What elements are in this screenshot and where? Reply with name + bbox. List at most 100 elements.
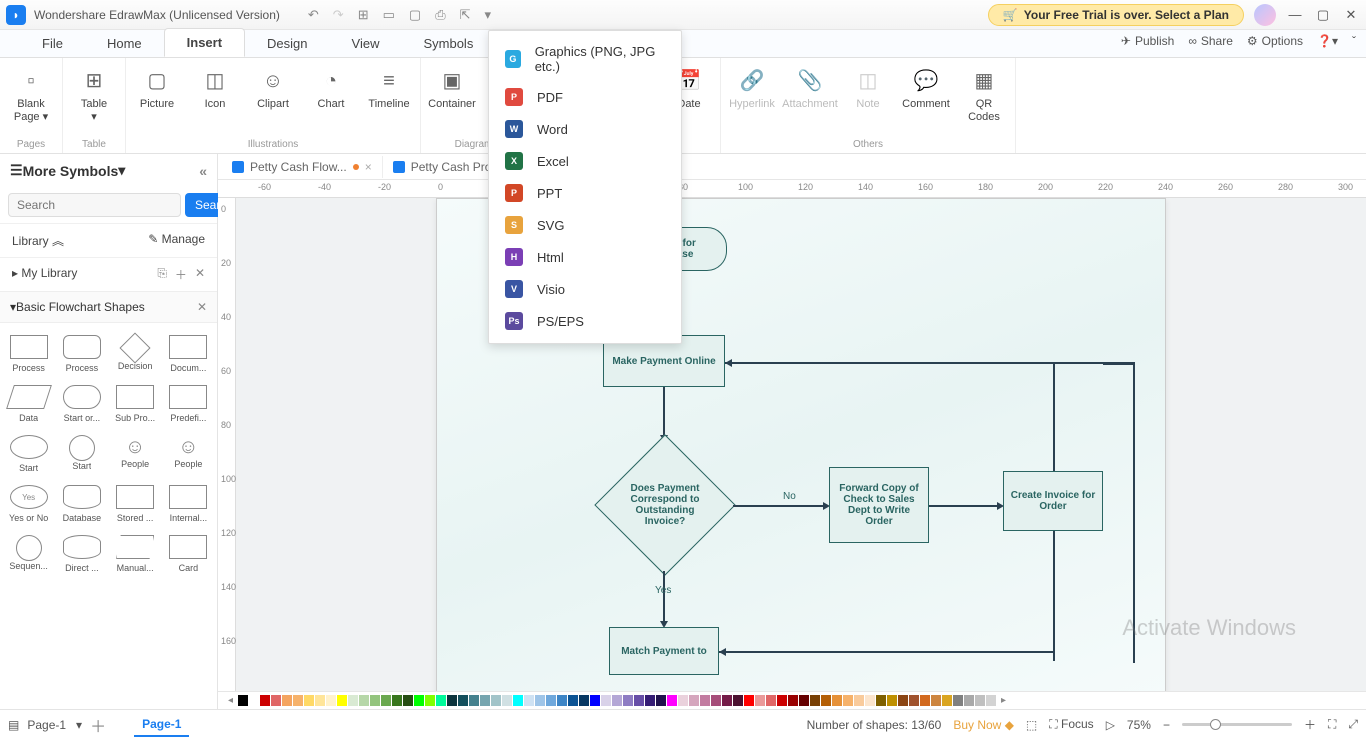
color-swatch[interactable] bbox=[513, 695, 523, 706]
color-swatch[interactable] bbox=[568, 695, 578, 706]
dropdown-item-pseps[interactable]: PsPS/EPS bbox=[489, 305, 681, 337]
shape-startor[interactable]: Start or... bbox=[55, 381, 108, 427]
publish-button[interactable]: ✈ Publish bbox=[1121, 34, 1174, 48]
zoom-out-icon[interactable]: − bbox=[1163, 718, 1170, 732]
tab-home[interactable]: Home bbox=[85, 30, 164, 57]
ribbon-comment[interactable]: 💬Comment bbox=[897, 62, 955, 137]
page-selector[interactable]: Page-1 ▾ bbox=[27, 718, 82, 732]
shape-yesorno[interactable]: YesYes or No bbox=[2, 481, 55, 527]
color-swatch[interactable] bbox=[447, 695, 457, 706]
dropdown-item-ppt[interactable]: PPPT bbox=[489, 177, 681, 209]
library-label[interactable]: Library ︽ bbox=[12, 232, 64, 249]
shape-start[interactable]: Start bbox=[55, 431, 108, 477]
user-avatar[interactable] bbox=[1254, 4, 1276, 26]
color-swatch[interactable] bbox=[249, 695, 259, 706]
color-swatch[interactable] bbox=[348, 695, 358, 706]
color-swatch[interactable] bbox=[777, 695, 787, 706]
color-swatch[interactable] bbox=[645, 695, 655, 706]
color-swatch[interactable] bbox=[755, 695, 765, 706]
focus-button[interactable]: ⛶ Focus bbox=[1049, 717, 1093, 732]
color-swatch[interactable] bbox=[810, 695, 820, 706]
close-icon[interactable]: ✕ bbox=[1342, 7, 1360, 23]
color-swatch[interactable] bbox=[326, 695, 336, 706]
ribbon-blank[interactable]: ▫Blank Page ▾ bbox=[2, 62, 60, 137]
color-swatch[interactable] bbox=[700, 695, 710, 706]
color-swatch[interactable] bbox=[403, 695, 413, 706]
shape-database[interactable]: Database bbox=[55, 481, 108, 527]
shape-start[interactable]: Start bbox=[2, 431, 55, 477]
shape-people[interactable]: ☺People bbox=[109, 431, 162, 477]
ribbon-collapse-icon[interactable]: ˇ bbox=[1352, 34, 1356, 48]
minimize-icon[interactable]: — bbox=[1286, 7, 1304, 22]
color-swatch[interactable] bbox=[381, 695, 391, 706]
color-swatch[interactable] bbox=[601, 695, 611, 706]
shape-internal[interactable]: Internal... bbox=[162, 481, 215, 527]
color-swatch[interactable] bbox=[711, 695, 721, 706]
color-swatch[interactable] bbox=[557, 695, 567, 706]
help-icon[interactable]: ❓▾ bbox=[1317, 34, 1338, 48]
add-page-icon[interactable]: ＋ bbox=[90, 713, 106, 737]
print-icon[interactable]: ⎙ bbox=[435, 7, 445, 23]
color-next-icon[interactable]: ▸ bbox=[997, 695, 1010, 706]
color-swatch[interactable] bbox=[843, 695, 853, 706]
color-swatch[interactable] bbox=[414, 695, 424, 706]
shape-process[interactable]: Process bbox=[55, 331, 108, 377]
shape-people[interactable]: ☺People bbox=[162, 431, 215, 477]
color-swatch[interactable] bbox=[579, 695, 589, 706]
color-swatch[interactable] bbox=[491, 695, 501, 706]
undo-icon[interactable]: ↶ bbox=[308, 7, 319, 23]
tab-close-icon[interactable]: × bbox=[365, 160, 372, 174]
shape-docum[interactable]: Docum... bbox=[162, 331, 215, 377]
color-swatch[interactable] bbox=[590, 695, 600, 706]
ribbon-note[interactable]: ◫Note bbox=[839, 62, 897, 137]
dropdown-item-pdf[interactable]: PPDF bbox=[489, 81, 681, 113]
color-swatch[interactable] bbox=[942, 695, 952, 706]
color-swatch[interactable] bbox=[656, 695, 666, 706]
save-icon[interactable]: ▢ bbox=[409, 7, 421, 23]
color-swatch[interactable] bbox=[458, 695, 468, 706]
manage-button[interactable]: ✎ Manage bbox=[148, 232, 205, 249]
dropdown-item-html[interactable]: HHtml bbox=[489, 241, 681, 273]
color-swatch[interactable] bbox=[689, 695, 699, 706]
shape-predefi[interactable]: Predefi... bbox=[162, 381, 215, 427]
zoom-in-icon[interactable]: ＋ bbox=[1304, 716, 1316, 733]
fc-forward-copy[interactable]: Forward Copy of Check to Sales Dept to W… bbox=[829, 467, 929, 543]
color-swatch[interactable] bbox=[964, 695, 974, 706]
color-swatch[interactable] bbox=[359, 695, 369, 706]
tab-view[interactable]: View bbox=[330, 30, 402, 57]
dropdown-item-visio[interactable]: VVisio bbox=[489, 273, 681, 305]
color-swatch[interactable] bbox=[304, 695, 314, 706]
dropdown-item-word[interactable]: WWord bbox=[489, 113, 681, 145]
color-swatch[interactable] bbox=[623, 695, 633, 706]
color-swatch[interactable] bbox=[722, 695, 732, 706]
lib-del-icon[interactable]: ✕ bbox=[195, 266, 205, 283]
ribbon-container[interactable]: ▣Container bbox=[423, 62, 481, 137]
share-button[interactable]: ∞ Share bbox=[1188, 34, 1233, 48]
export-icon[interactable]: ⇱ bbox=[460, 7, 471, 23]
canvas[interactable]: sh for hase Make Payment Online Does Pay… bbox=[236, 198, 1366, 691]
shape-process[interactable]: Process bbox=[2, 331, 55, 377]
color-swatch[interactable] bbox=[293, 695, 303, 706]
trial-banner[interactable]: 🛒 Your Free Trial is over. Select a Plan bbox=[988, 4, 1244, 26]
ribbon-clipart[interactable]: ☺Clipart bbox=[244, 62, 302, 137]
fit-page-icon[interactable]: ⛶ bbox=[1328, 717, 1336, 732]
pages-icon[interactable]: ▤ bbox=[8, 718, 19, 732]
color-swatch[interactable] bbox=[887, 695, 897, 706]
color-swatch[interactable] bbox=[612, 695, 622, 706]
color-swatch[interactable] bbox=[832, 695, 842, 706]
color-swatch[interactable] bbox=[260, 695, 270, 706]
color-swatch[interactable] bbox=[238, 695, 248, 706]
color-swatch[interactable] bbox=[766, 695, 776, 706]
fc-decision[interactable]: Does Payment Correspond to Outstanding I… bbox=[594, 434, 735, 575]
color-swatch[interactable] bbox=[667, 695, 677, 706]
color-swatch[interactable] bbox=[282, 695, 292, 706]
new-icon[interactable]: ⊞ bbox=[358, 7, 369, 23]
mylib-label[interactable]: ▸ My Library bbox=[12, 266, 77, 283]
shape-card[interactable]: Card bbox=[162, 531, 215, 577]
zoom-slider[interactable] bbox=[1182, 723, 1292, 726]
page-tab[interactable]: Page-1 bbox=[134, 713, 189, 737]
shape-stored[interactable]: Stored ... bbox=[109, 481, 162, 527]
shape-data[interactable]: Data bbox=[2, 381, 55, 427]
color-swatch[interactable] bbox=[392, 695, 402, 706]
color-swatch[interactable] bbox=[480, 695, 490, 706]
